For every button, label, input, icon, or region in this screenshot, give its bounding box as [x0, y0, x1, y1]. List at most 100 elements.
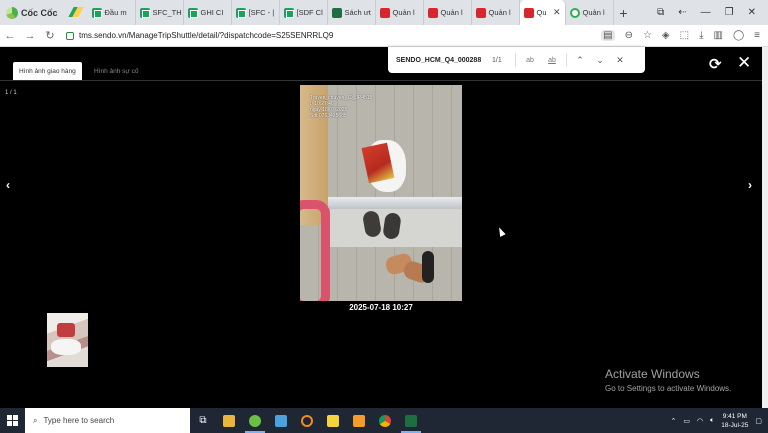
volume-icon[interactable]: 🔈︎ [710, 417, 714, 425]
menu-icon[interactable]: ≡ [754, 30, 760, 41]
app-orange-ring-icon[interactable] [294, 408, 320, 433]
taskbar-search-placeholder: Type here to search [43, 416, 115, 425]
new-tab-button[interactable]: + [614, 5, 634, 21]
system-clock[interactable]: 9:41 PM 18-Jul-25 [721, 412, 748, 430]
red-favicon-icon [379, 7, 390, 18]
zoom-icon[interactable]: ⊖ [625, 30, 633, 41]
tray-network-icon[interactable]: ▭ [683, 417, 690, 425]
whole-word-toggle[interactable]: ab [541, 57, 563, 64]
browser-tab[interactable]: Qu ✕ [519, 0, 566, 25]
browser-tab[interactable]: SFC_TH [136, 0, 184, 25]
restore-button[interactable]: ❐ [725, 7, 734, 18]
red-favicon-icon [523, 7, 534, 18]
browser-tab[interactable]: GHI CI [184, 0, 232, 25]
app-blue-icon[interactable] [268, 408, 294, 433]
rotate-icon[interactable]: ⟳ [709, 55, 722, 73]
windows-taskbar: ⌕ Type here to search ⧉ ⌃ ▭ ◠ 🔈︎ 9:41 PM… [0, 408, 768, 433]
browser-tab-label: Qu [536, 8, 547, 17]
clock-time: 9:41 PM [722, 412, 747, 420]
tray-chevron-up-icon[interactable]: ⌃ [670, 417, 676, 425]
url-text: tms.sendo.vn/ManageTripShuttle/detail/?d… [79, 31, 334, 40]
download-icon[interactable]: ⤓ [699, 30, 703, 41]
browser-tab-label: [SFC - | [248, 8, 275, 17]
browser-tab[interactable]: Quản l [424, 0, 472, 25]
wifi-icon[interactable]: ◠ [697, 417, 703, 425]
reader-icon[interactable]: ⧉ [657, 7, 664, 18]
reload-icon[interactable]: ↻ [40, 29, 60, 42]
sheet-favicon-icon [91, 7, 102, 18]
back-history-icon[interactable]: ⇠ [678, 7, 686, 18]
match-case-toggle[interactable]: ab [519, 57, 541, 64]
browser-tab[interactable]: Sách ưt [328, 0, 376, 25]
browser-tab-label: Quản l [440, 8, 463, 17]
sidebar-icon[interactable]: ▥ [714, 30, 723, 41]
url-field[interactable]: tms.sendo.vn/ManageTripShuttle/detail/?d… [66, 31, 333, 40]
browser-tab-label: SFC_TH [152, 8, 182, 17]
red-favicon-icon [475, 7, 486, 18]
browser-tab-label: Quản l [392, 8, 415, 17]
search-icon: ⌕ [33, 415, 38, 425]
google-drive-icon[interactable] [67, 7, 84, 18]
windows-start-icon[interactable] [0, 408, 25, 433]
green-o-favicon-icon [569, 7, 580, 18]
lock-icon [66, 31, 74, 40]
browser-tab-label: [SDF Cl [296, 8, 323, 17]
find-close-icon[interactable]: ✕ [610, 55, 630, 66]
coccoc-taskbar-icon[interactable] [242, 408, 268, 433]
taskbar-search[interactable]: ⌕ Type here to search [25, 408, 190, 433]
file-explorer-icon[interactable] [216, 408, 242, 433]
browser-tab[interactable]: Đầu m [88, 0, 136, 25]
activate-windows-watermark: Activate Windows Go to Settings to activ… [605, 367, 731, 393]
page-doc-icon[interactable]: ▤ [601, 30, 615, 41]
notification-icon[interactable]: ▢ [755, 417, 762, 425]
bookmark-star-icon[interactable]: ☆ [643, 30, 652, 41]
clock-date: 18-Jul-25 [721, 421, 749, 429]
close-window-button[interactable]: ✕ [748, 7, 756, 18]
red-favicon-icon [427, 7, 438, 18]
minimize-button[interactable]: — [701, 7, 711, 18]
browser-brand-label: Cốc Cốc [21, 7, 58, 18]
photo-timestamp: 2025-07-18 10:27 [349, 303, 413, 312]
tab-divider [0, 80, 762, 81]
coccoc-logo-icon [6, 6, 18, 19]
browser-tab[interactable]: Quản l [566, 0, 614, 25]
browser-brand[interactable]: Cốc Cốc [0, 0, 64, 25]
task-view-icon[interactable]: ⧉ [190, 408, 216, 433]
extensions-icon[interactable]: ⬚ [680, 30, 689, 41]
browser-tab[interactable]: [SDF Cl [280, 0, 328, 25]
mouse-cursor-icon [496, 226, 506, 237]
browser-tab[interactable]: Quản l [376, 0, 424, 25]
find-next-chevron-down-icon[interactable]: ⌄ [590, 55, 610, 66]
tab-incident-images[interactable]: Hình ảnh sự cố [88, 62, 144, 80]
excel-taskbar-icon[interactable] [398, 408, 424, 433]
photo-thumbnail[interactable] [47, 313, 88, 367]
sheet-favicon-icon [139, 7, 150, 18]
tab-delivery-images[interactable]: Hình ảnh giao hàng [13, 62, 82, 80]
forward-arrow-icon[interactable]: → [20, 30, 40, 42]
watermark-subtitle: Go to Settings to activate Windows. [605, 384, 732, 393]
next-image-arrow-icon[interactable]: › [748, 178, 752, 192]
back-arrow-icon[interactable]: ← [0, 30, 20, 42]
browser-tab[interactable]: [SFC - | [232, 0, 280, 25]
prev-image-arrow-icon[interactable]: ‹ [6, 178, 10, 192]
app-flame-icon[interactable] [346, 408, 372, 433]
browser-tab-label: Đầu m [104, 8, 127, 17]
shield-icon[interactable]: ◈ [662, 30, 670, 41]
close-tab-icon[interactable]: ✕ [553, 7, 561, 18]
browser-tab-bar: Cốc Cốc Đầu m SFC_TH GHI CI [SFC - | [SDF Cl… [0, 0, 768, 25]
find-count: 1/1 [492, 56, 502, 64]
browser-tab-label: Quản l [488, 8, 511, 17]
address-bar: ← → ↻ tms.sendo.vn/ManageTripShuttle/det… [0, 25, 768, 47]
chrome-icon[interactable] [372, 408, 398, 433]
find-prev-chevron-up-icon[interactable]: ⌃ [570, 55, 590, 66]
browser-tab[interactable]: Quản l [472, 0, 520, 25]
profile-icon[interactable]: ◯ [733, 30, 744, 41]
browser-tab-label: Sách ưt [344, 8, 371, 17]
delivery-photo[interactable]: Truyen_chuyen_19_JP4515 0 10:27:46 ngay … [300, 85, 462, 301]
xls-favicon-icon [331, 7, 342, 18]
page-scrollbar[interactable] [762, 47, 768, 408]
image-viewer: Hình ảnh giao hàng Hình ảnh sự cố 1 / 1 … [0, 47, 762, 408]
sticky-notes-icon[interactable] [320, 408, 346, 433]
find-input[interactable]: SENDO_HCM_Q4_000288 [388, 57, 492, 64]
close-viewer-icon[interactable]: ✕ [737, 53, 751, 73]
